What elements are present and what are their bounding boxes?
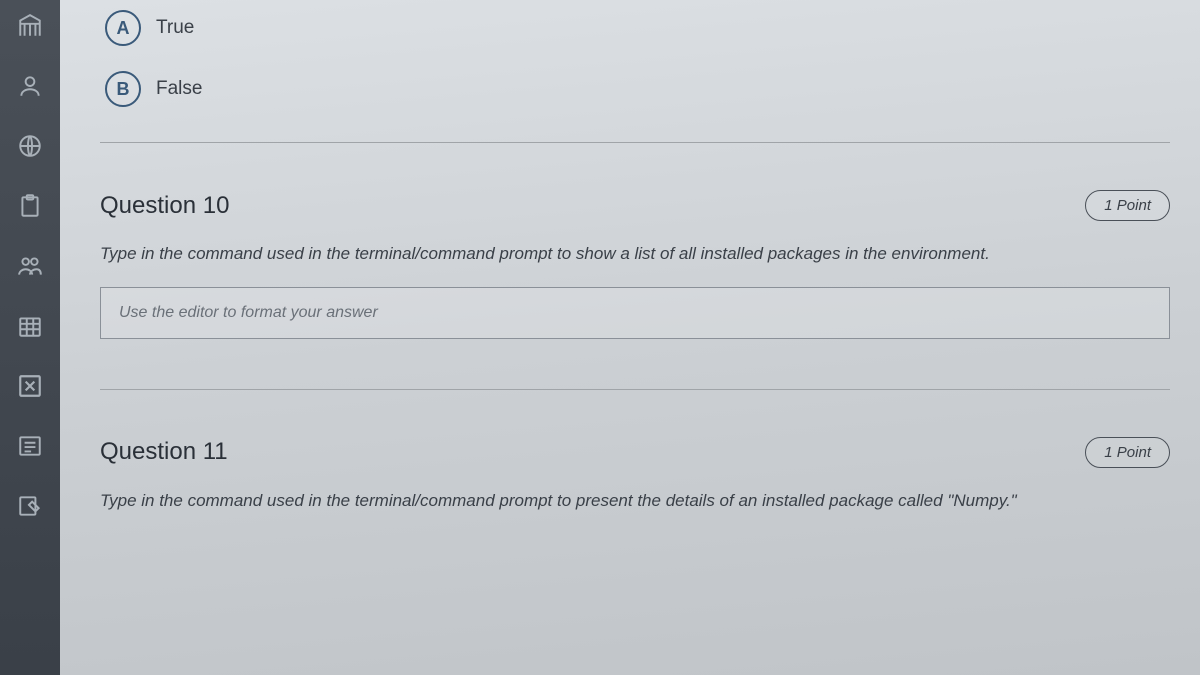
sidebar <box>0 0 60 675</box>
answer-editor[interactable]: Use the editor to format your answer <box>100 287 1170 339</box>
option-a[interactable]: A True <box>105 10 1170 46</box>
quiz-content: A True B False Question 10 1 Point Type … <box>60 0 1200 675</box>
close-x-icon[interactable] <box>14 370 46 402</box>
question9-options: A True B False <box>100 0 1170 132</box>
library-icon[interactable] <box>14 10 46 42</box>
question-divider <box>100 142 1170 143</box>
question-header: Question 11 1 Point <box>100 425 1170 473</box>
question-11: Question 11 1 Point Type in the command … <box>100 405 1170 554</box>
question-divider <box>100 389 1170 390</box>
question-text: Type in the command used in the terminal… <box>100 226 1170 287</box>
clipboard-icon[interactable] <box>14 190 46 222</box>
option-label: False <box>156 78 202 100</box>
people-icon[interactable] <box>14 250 46 282</box>
edit-icon[interactable] <box>14 490 46 522</box>
globe-icon[interactable] <box>14 130 46 162</box>
option-label: True <box>156 17 194 39</box>
question-text: Type in the command used in the terminal… <box>100 473 1170 534</box>
person-icon[interactable] <box>14 70 46 102</box>
question-title: Question 10 <box>100 192 229 220</box>
option-b[interactable]: B False <box>105 71 1170 107</box>
question-header: Question 10 1 Point <box>100 178 1170 226</box>
question-10: Question 10 1 Point Type in the command … <box>100 158 1170 379</box>
question-title: Question 11 <box>100 438 228 466</box>
calendar-grid-icon[interactable] <box>14 310 46 342</box>
option-letter: B <box>105 71 141 107</box>
list-icon[interactable] <box>14 430 46 462</box>
option-letter: A <box>105 10 141 46</box>
editor-placeholder: Use the editor to format your answer <box>119 304 1151 322</box>
points-badge: 1 Point <box>1085 190 1170 221</box>
points-badge: 1 Point <box>1085 437 1170 468</box>
